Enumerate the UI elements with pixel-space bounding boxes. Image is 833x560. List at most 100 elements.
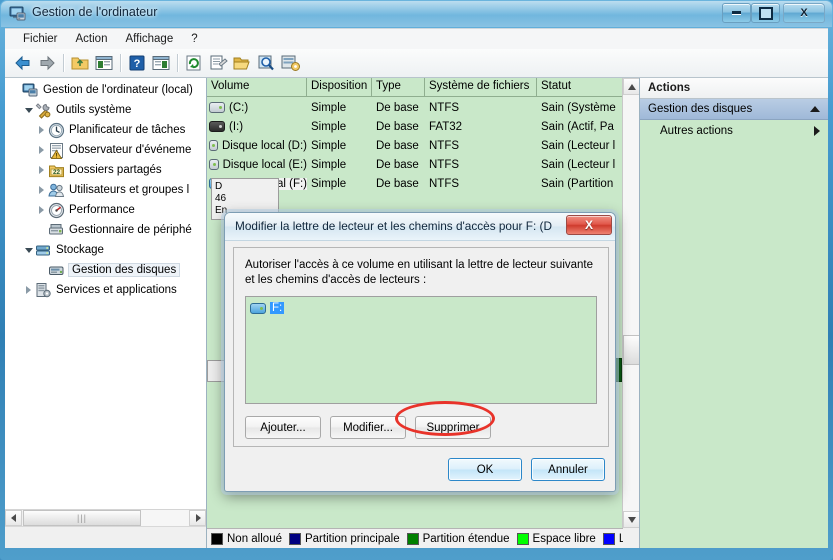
column-header-status[interactable]: Statut [537,78,623,96]
scroll-up-button[interactable] [623,78,639,95]
action-more-actions[interactable]: Autres actions [640,120,828,141]
ok-button[interactable]: OK [448,458,522,481]
volume-row[interactable]: (C:) Simple De base NTFS Sain (Système [207,98,623,117]
change-button[interactable]: Modifier... [330,416,406,439]
title-bar: Gestion de l'ordinateur X [0,0,833,28]
tree-item-task-scheduler[interactable]: Planificateur de tâches [5,120,206,140]
actions-group-disk-management[interactable]: Gestion des disques [640,99,828,120]
close-icon: X [584,218,593,232]
legend-extended-partition-label: Partition étendue [422,532,510,545]
status-cell: Sain (Lecteur l [541,158,616,171]
close-button[interactable]: X [783,3,825,23]
magnifier-icon[interactable] [255,52,277,74]
forward-icon[interactable] [36,52,58,74]
tree-item-local-users-groups[interactable]: Utilisateurs et groupes l [5,180,206,200]
help-icon[interactable]: ? [126,52,148,74]
tree-item-computer-management[interactable]: Gestion de l'ordinateur (local) [5,80,206,100]
chevron-right-icon[interactable] [814,125,820,136]
volume-cell: Disque local (D:) [207,140,307,152]
disposition-cell: Simple [311,158,347,171]
type-cell: De base [376,158,419,171]
legend-extended-partition: Partition étendue [406,532,510,545]
chevron-right-icon[interactable] [35,200,48,220]
chevron-down-icon[interactable] [22,240,35,260]
dialog-close-button[interactable]: X [566,215,612,235]
action-more-actions-label: Autres actions [660,124,733,137]
column-header-filesystem[interactable]: Système de fichiers [425,78,537,96]
tree-item-event-viewer[interactable]: ! Observateur d'événeme [5,140,206,160]
cancel-button[interactable]: Annuler [531,458,605,481]
volume-row[interactable]: Disque local (D:) Simple De base NTFS Sain (… [207,136,623,155]
up-folder-icon[interactable] [69,52,91,74]
open-folder-icon[interactable] [231,52,253,74]
scroll-down-button[interactable] [623,511,639,528]
scroll-right-button[interactable] [189,510,206,526]
actions-pane: Actions Gestion des disques Autres actio… [639,78,828,548]
filesystem-cell: NTFS [429,139,460,152]
add-button[interactable]: Ajouter... [245,416,321,439]
chevron-up-icon[interactable] [810,106,820,112]
tree-item-shared-folders[interactable]: 22 Dossiers partagés [5,160,206,180]
menu-action[interactable]: Action [67,31,117,47]
disk-scroll-thumb[interactable] [623,335,639,365]
toolbar-separator [177,54,178,72]
status-cell: Sain (Lecteur l [541,139,616,152]
back-icon[interactable] [12,52,34,74]
scroll-left-button[interactable] [5,510,22,526]
chevron-right-icon[interactable] [22,280,35,300]
tree-item-services-applications-label: Services et applications [56,284,177,296]
disk-settings-icon[interactable] [279,52,301,74]
tree-item-storage-label: Stockage [56,244,104,256]
tree-scroll-thumb[interactable]: ||| [23,510,141,526]
properties-icon[interactable] [207,52,229,74]
disk-scroll-track-lower[interactable] [623,365,639,525]
remove-button[interactable]: Supprimer [415,416,491,439]
column-header-disposition[interactable]: Disposition [307,78,372,96]
chevron-right-icon[interactable] [35,160,48,180]
menu-bar: Fichier Action Affichage ? [5,28,828,49]
volume-row[interactable]: (I:) Simple De base FAT32 Sain (Actif, Pa [207,117,623,136]
tree-item-services-applications[interactable]: Services et applications [5,280,206,300]
toolbar-separator [120,54,121,72]
chevron-right-icon[interactable] [35,180,48,200]
volume-row[interactable]: Disque local (E:) Simple De base NTFS Sain (… [207,155,623,174]
tree-item-device-manager[interactable]: Gestionnaire de périphé [5,220,206,240]
svg-text:22: 22 [53,169,61,176]
chevron-down-icon[interactable] [22,100,35,120]
chevron-right-icon[interactable] [35,140,48,160]
tree-item-storage[interactable]: Stockage [5,240,206,260]
chevron-right-icon[interactable] [35,120,48,140]
storage-icon [35,242,52,259]
tree-pane-footer [5,526,206,548]
tree-item-disk-management[interactable]: Gestion des disques [5,260,206,280]
disk-scroll-track-upper[interactable] [623,95,639,335]
legend-logical-drive: Le [602,532,623,545]
tree-scroll-track[interactable] [141,510,189,526]
drive-path-list[interactable]: F: [245,296,597,404]
legend-primary-partition-swatch [288,532,301,545]
column-header-volume[interactable]: Volume [207,78,307,96]
menu-fichier[interactable]: Fichier [14,31,67,47]
maximize-button[interactable] [751,3,780,23]
computer-icon [22,82,39,99]
minimize-button[interactable] [722,3,751,23]
refresh-icon[interactable] [183,52,205,74]
status-bar [5,548,828,555]
drive-path-list-item[interactable]: F: [250,300,596,316]
menu-aide[interactable]: ? [182,31,206,47]
show-action-pane-icon[interactable] [150,52,172,74]
tree-item-system-tools[interactable]: Outils système [5,100,206,120]
menu-affichage[interactable]: Affichage [116,31,182,47]
show-console-tree-icon[interactable] [93,52,115,74]
services-icon [35,282,52,299]
tree-item-local-users-groups-label: Utilisateurs et groupes l [69,184,190,196]
dialog-title: Modifier la lettre de lecteur et les che… [235,219,553,233]
disk-pane-vertical-scrollbar[interactable] [622,78,639,548]
tree-item-performance[interactable]: Performance [5,200,206,220]
tree-horizontal-scrollbar[interactable]: ||| [5,509,206,526]
actions-group-label: Gestion des disques [648,103,753,115]
drive-icon [209,159,219,170]
column-header-type[interactable]: Type [372,78,425,96]
